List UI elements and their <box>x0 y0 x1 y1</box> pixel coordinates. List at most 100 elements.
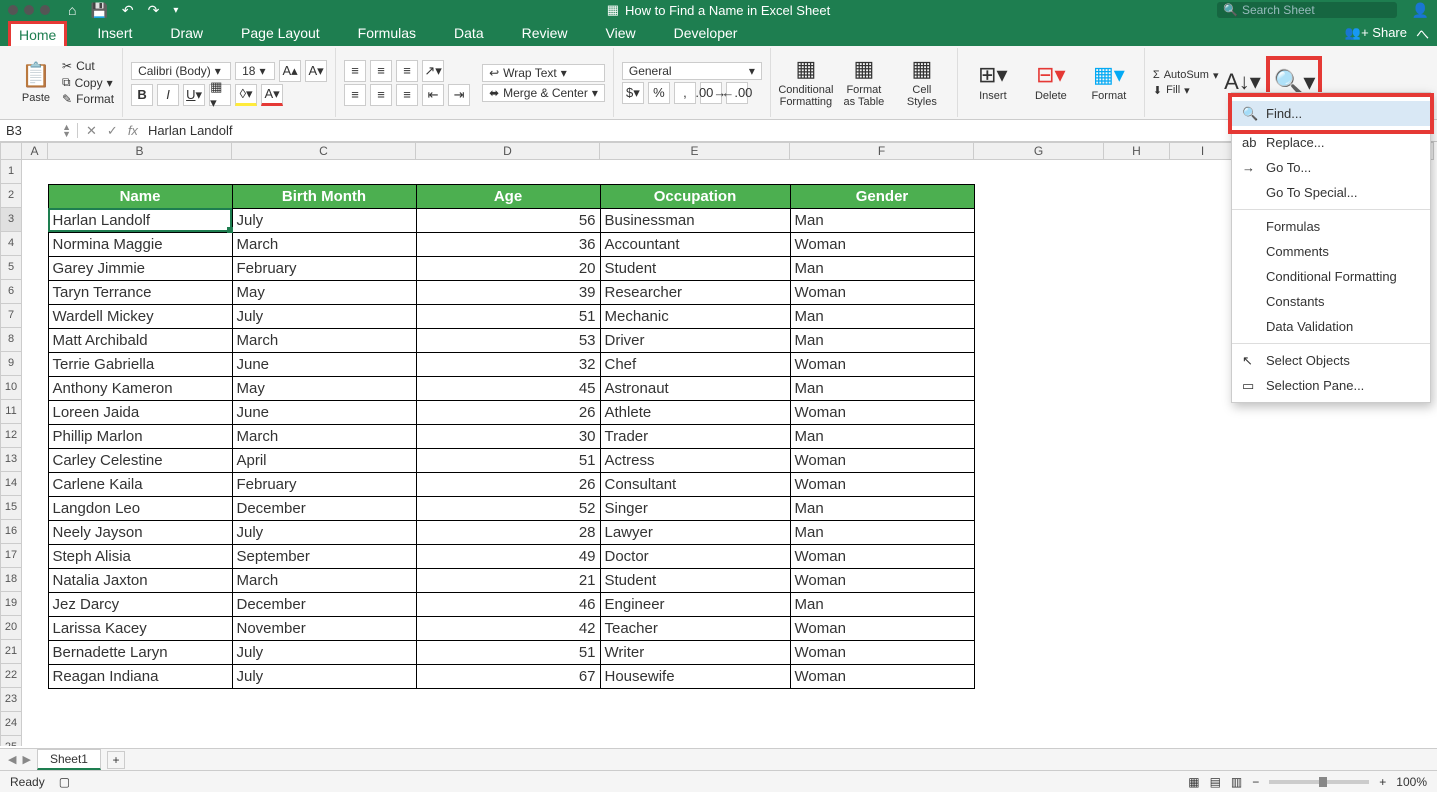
cell[interactable]: 52 <box>416 496 600 520</box>
row-header-15[interactable]: 15 <box>0 496 22 520</box>
align-top-icon[interactable]: ≡ <box>344 60 366 82</box>
tab-developer[interactable]: Developer <box>666 22 746 44</box>
cell[interactable]: 36 <box>416 232 600 256</box>
col-header-f[interactable]: F <box>790 142 974 160</box>
cell[interactable]: Woman <box>790 232 974 256</box>
row-header-14[interactable]: 14 <box>0 472 22 496</box>
cell[interactable]: Writer <box>600 640 790 664</box>
copy-button[interactable]: ⧉ Copy ▾ <box>62 75 114 90</box>
cell[interactable]: Man <box>790 376 974 400</box>
merge-center-button[interactable]: ⬌ Merge & Center ▾ <box>482 84 605 102</box>
col-header-e[interactable]: E <box>600 142 790 160</box>
cell[interactable]: Teacher <box>600 616 790 640</box>
cell[interactable]: Driver <box>600 328 790 352</box>
sheet-nav-prev-icon[interactable]: ◀ <box>8 753 16 766</box>
header-age[interactable]: Age <box>416 184 600 208</box>
header-name[interactable]: Name <box>48 184 232 208</box>
cell[interactable]: May <box>232 376 416 400</box>
cell[interactable]: Student <box>600 256 790 280</box>
cell[interactable]: February <box>232 472 416 496</box>
align-right-icon[interactable]: ≡ <box>396 84 418 106</box>
menu-select-objects[interactable]: ↖Select Objects <box>1232 348 1430 373</box>
percent-icon[interactable]: % <box>648 82 670 104</box>
row-header-23[interactable]: 23 <box>0 688 22 712</box>
menu-selection-pane[interactable]: ▭Selection Pane... <box>1232 373 1430 398</box>
menu-find[interactable]: 🔍Find... <box>1232 101 1430 126</box>
row-header-2[interactable]: 2 <box>0 184 22 208</box>
align-center-icon[interactable]: ≡ <box>370 84 392 106</box>
conditional-formatting-button[interactable]: ▦Conditional Formatting <box>779 57 833 107</box>
menu-comments[interactable]: Comments <box>1232 239 1430 264</box>
row-header-7[interactable]: 7 <box>0 304 22 328</box>
cell[interactable]: Langdon Leo <box>48 496 232 520</box>
tab-insert[interactable]: Insert <box>89 22 140 44</box>
comma-icon[interactable]: , <box>674 82 696 104</box>
row-header-9[interactable]: 9 <box>0 352 22 376</box>
zoom-slider[interactable] <box>1269 780 1369 784</box>
increase-decimal-icon[interactable]: .00→ <box>700 82 722 104</box>
col-header-d[interactable]: D <box>416 142 600 160</box>
redo-icon[interactable]: ↷ <box>148 2 160 19</box>
cell[interactable]: Harlan Landolf <box>48 208 232 232</box>
cell[interactable]: Engineer <box>600 592 790 616</box>
cell[interactable]: December <box>232 592 416 616</box>
menu-replace[interactable]: abReplace... <box>1232 130 1430 155</box>
zoom-out-icon[interactable]: − <box>1252 775 1259 789</box>
cut-button[interactable]: ✂ Cut <box>62 59 114 73</box>
save-icon[interactable]: 💾 <box>90 2 107 19</box>
col-header-i[interactable]: I <box>1170 142 1236 160</box>
cell[interactable]: Man <box>790 256 974 280</box>
cell[interactable]: Accountant <box>600 232 790 256</box>
decrease-decimal-icon[interactable]: ←.00 <box>726 82 748 104</box>
cell[interactable]: Man <box>790 592 974 616</box>
sheet-tab-sheet1[interactable]: Sheet1 <box>37 749 101 770</box>
cell[interactable]: Athlete <box>600 400 790 424</box>
cell[interactable]: Terrie Gabriella <box>48 352 232 376</box>
col-header-a[interactable]: A <box>22 142 48 160</box>
enter-formula-icon[interactable]: ✓ <box>107 123 118 139</box>
cell[interactable]: July <box>232 664 416 688</box>
cell[interactable]: Researcher <box>600 280 790 304</box>
cell[interactable]: Consultant <box>600 472 790 496</box>
cell[interactable]: Housewife <box>600 664 790 688</box>
cell[interactable]: 46 <box>416 592 600 616</box>
minimize-window-icon[interactable] <box>24 5 34 15</box>
cell[interactable]: Man <box>790 424 974 448</box>
cell[interactable]: Neely Jayson <box>48 520 232 544</box>
cell[interactable]: Man <box>790 328 974 352</box>
cell[interactable]: Woman <box>790 472 974 496</box>
font-name-select[interactable]: Calibri (Body) ▾ <box>131 62 231 80</box>
cell[interactable]: 56 <box>416 208 600 232</box>
insert-cells-button[interactable]: ⊞▾Insert <box>966 63 1020 101</box>
cell[interactable]: 30 <box>416 424 600 448</box>
cell[interactable]: May <box>232 280 416 304</box>
decrease-indent-icon[interactable]: ⇤ <box>422 84 444 106</box>
cell[interactable]: Woman <box>790 616 974 640</box>
increase-font-icon[interactable]: A▴ <box>279 60 301 82</box>
cell[interactable]: Astronaut <box>600 376 790 400</box>
cell[interactable]: Anthony Kameron <box>48 376 232 400</box>
row-header-1[interactable]: 1 <box>0 160 22 184</box>
menu-validation[interactable]: Data Validation <box>1232 314 1430 339</box>
macro-record-icon[interactable]: ▢ <box>59 775 70 789</box>
cell[interactable]: Jez Darcy <box>48 592 232 616</box>
row-header-4[interactable]: 4 <box>0 232 22 256</box>
cell[interactable]: Normina Maggie <box>48 232 232 256</box>
view-page-layout-icon[interactable]: ▤ <box>1210 775 1221 789</box>
cell[interactable]: Woman <box>790 448 974 472</box>
cell[interactable]: July <box>232 520 416 544</box>
fx-icon[interactable]: fx <box>128 123 138 138</box>
cell[interactable]: June <box>232 400 416 424</box>
fill-button[interactable]: ⬇ Fill ▾ <box>1153 84 1219 97</box>
align-middle-icon[interactable]: ≡ <box>370 60 392 82</box>
cell[interactable]: Woman <box>790 640 974 664</box>
view-page-break-icon[interactable]: ▥ <box>1231 775 1242 789</box>
cell[interactable]: Lawyer <box>600 520 790 544</box>
cell[interactable]: Bernadette Laryn <box>48 640 232 664</box>
row-header-6[interactable]: 6 <box>0 280 22 304</box>
cell[interactable]: 67 <box>416 664 600 688</box>
header-birth-month[interactable]: Birth Month <box>232 184 416 208</box>
fill-color-button[interactable]: ◊▾ <box>235 84 257 106</box>
undo-icon[interactable]: ↶ <box>122 2 134 19</box>
view-normal-icon[interactable]: ▦ <box>1188 775 1199 789</box>
